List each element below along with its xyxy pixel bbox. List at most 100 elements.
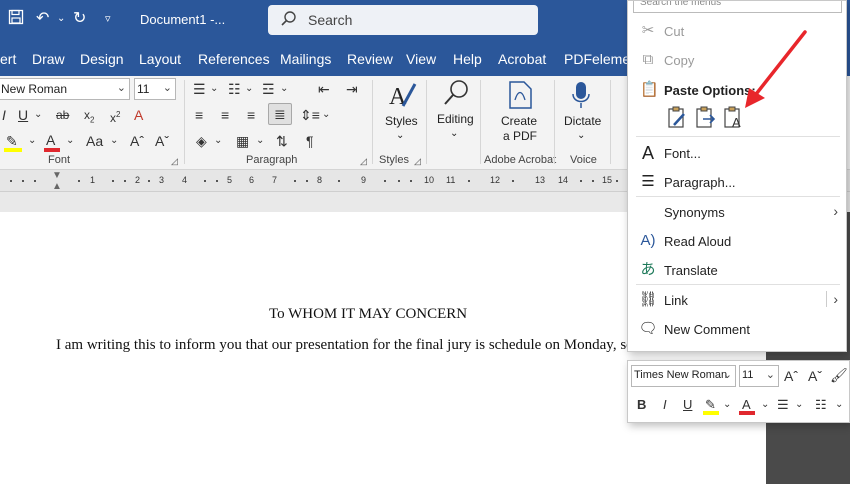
mini-bullets-icon[interactable]: ☰ xyxy=(777,397,789,413)
line-spacing-dropdown-icon[interactable]: ⌄ xyxy=(322,106,330,124)
ruler-number: 6 xyxy=(249,175,255,185)
ribbon-separator xyxy=(426,80,427,164)
increase-indent-icon[interactable]: ⇥ xyxy=(346,80,358,98)
grow-font-icon[interactable]: Aˆ xyxy=(130,132,144,150)
borders-icon[interactable]: ▦ xyxy=(236,132,249,150)
context-menu-search-input[interactable]: Search the menus xyxy=(633,1,842,13)
mini-font-name-combo[interactable]: Times New Roman ⌄ xyxy=(631,365,736,387)
change-case-icon[interactable]: Aa xyxy=(86,132,103,150)
ribbon-separator xyxy=(372,80,373,164)
change-case-dropdown-icon[interactable]: ⌄ xyxy=(110,132,118,150)
read-aloud-icon: A) xyxy=(640,232,656,249)
synonyms-label: Synonyms xyxy=(664,205,725,220)
customize-toolbar-icon[interactable]: ▿ xyxy=(105,9,111,29)
tab-acrobat[interactable]: Acrobat xyxy=(498,51,546,67)
redo-icon[interactable]: ↻ xyxy=(73,9,86,29)
chevron-down-icon: ⌄ xyxy=(450,128,459,139)
mini-grow-font-icon[interactable]: Aˆ xyxy=(784,367,798,385)
font-color-dropdown-icon[interactable]: ⌄ xyxy=(66,132,74,150)
chevron-down-icon: ⌄ xyxy=(162,82,172,94)
numbering-icon[interactable]: ☷ xyxy=(228,80,241,98)
tab-references[interactable]: References xyxy=(198,51,270,67)
highlight-dropdown-icon[interactable]: ⌄ xyxy=(28,132,36,150)
mini-italic-button[interactable]: I xyxy=(663,397,667,413)
undo-icon[interactable]: ↶ xyxy=(36,9,49,29)
borders-dropdown-icon[interactable]: ⌄ xyxy=(256,132,264,150)
show-formatting-icon[interactable]: ¶ xyxy=(306,132,314,150)
hanging-indent-marker[interactable]: ▲ xyxy=(52,181,62,192)
shrink-font-icon[interactable]: Aˇ xyxy=(155,132,169,150)
multilevel-list-icon[interactable]: ☲ xyxy=(262,80,275,98)
tab-insert[interactable]: ert xyxy=(0,51,16,67)
mini-font-size-value: 11 xyxy=(742,369,754,381)
align-left-icon[interactable]: ≡ xyxy=(195,106,203,124)
context-menu-paragraph[interactable]: ☰ Paragraph... xyxy=(628,169,846,195)
voice-group-label: Voice xyxy=(570,154,597,166)
context-menu-synonyms[interactable]: Synonyms › xyxy=(628,199,846,225)
context-menu-link[interactable]: ⛓ Link › xyxy=(628,287,846,313)
bullets-icon[interactable]: ☰ xyxy=(193,80,206,98)
format-painter-icon[interactable]: 🖌 xyxy=(830,366,848,384)
mini-bullets-dropdown-icon[interactable]: ⌄ xyxy=(795,397,803,413)
undo-dropdown-icon[interactable]: ⌄ xyxy=(57,9,65,29)
shading-icon[interactable]: ◈ xyxy=(196,132,207,150)
tab-layout[interactable]: Layout xyxy=(139,51,181,67)
mini-highlight-color-bar xyxy=(703,411,719,415)
chevron-right-icon[interactable]: › xyxy=(826,291,838,307)
align-right-icon[interactable]: ≡ xyxy=(247,106,255,124)
ruler-number: 8 xyxy=(317,175,323,185)
sort-icon[interactable]: ⇅ xyxy=(276,132,288,150)
paragraph-dialog-launcher-icon[interactable]: ◿ xyxy=(360,156,367,167)
font-name-combo[interactable]: New Roman ⌄ xyxy=(0,78,130,100)
context-menu-font[interactable]: A Font... xyxy=(628,140,846,166)
font-color-icon[interactable]: A xyxy=(46,131,55,149)
ruler-dot xyxy=(112,180,114,182)
subscript-icon[interactable]: x2 xyxy=(84,106,94,129)
mini-shrink-font-icon[interactable]: Aˇ xyxy=(808,367,822,385)
paste-keep-source-formatting-icon[interactable] xyxy=(664,105,690,131)
annotation-arrow-icon xyxy=(745,30,807,108)
ruler-dot xyxy=(592,180,594,182)
tab-design[interactable]: Design xyxy=(80,51,124,67)
multilevel-dropdown-icon[interactable]: ⌄ xyxy=(280,80,288,98)
underline-dropdown-icon[interactable]: ⌄ xyxy=(34,106,42,124)
strikethrough-icon[interactable]: ab xyxy=(56,106,69,124)
context-menu-new-comment[interactable]: 🗨 New Comment xyxy=(628,316,846,342)
save-icon[interactable] xyxy=(8,9,24,31)
numbering-dropdown-icon[interactable]: ⌄ xyxy=(245,80,253,98)
tab-help[interactable]: Help xyxy=(453,51,482,67)
line-spacing-icon[interactable]: ⇕≡ xyxy=(300,106,320,124)
decrease-indent-icon[interactable]: ⇤ xyxy=(318,80,330,98)
search-input[interactable]: Search xyxy=(268,5,538,35)
context-menu-read-aloud[interactable]: A) Read Aloud xyxy=(628,228,846,254)
font-dialog-launcher-icon[interactable]: ◿ xyxy=(171,156,178,167)
mini-bold-button[interactable]: B xyxy=(637,397,646,413)
mini-underline-button[interactable]: U xyxy=(683,397,692,413)
font-size-combo[interactable]: 11 ⌄ xyxy=(134,78,176,100)
bullets-dropdown-icon[interactable]: ⌄ xyxy=(210,80,218,98)
tab-draw[interactable]: Draw xyxy=(32,51,65,67)
styles-dialog-launcher-icon[interactable]: ◿ xyxy=(414,156,421,167)
mini-font-color-dropdown-icon[interactable]: ⌄ xyxy=(761,397,769,413)
align-center-icon[interactable]: ≡ xyxy=(221,106,229,124)
mini-highlight-dropdown-icon[interactable]: ⌄ xyxy=(723,397,731,413)
tab-review[interactable]: Review xyxy=(347,51,393,67)
justify-button[interactable]: ≣ xyxy=(268,103,292,125)
italic-icon[interactable]: I xyxy=(2,106,6,124)
ruler-number: 9 xyxy=(361,175,367,185)
ruler-number: 10 xyxy=(424,175,435,185)
paste-merge-formatting-icon[interactable] xyxy=(692,105,718,131)
underline-icon[interactable]: U xyxy=(18,106,28,124)
mini-numbering-icon[interactable]: ☷ xyxy=(815,397,827,413)
context-menu-translate[interactable]: あ Translate xyxy=(628,257,846,283)
shading-dropdown-icon[interactable]: ⌄ xyxy=(214,132,222,150)
ruler-number: 7 xyxy=(272,175,278,185)
clear-formatting-icon[interactable]: A xyxy=(134,106,143,124)
superscript-icon[interactable]: x2 xyxy=(110,106,120,127)
microphone-icon xyxy=(570,80,592,117)
mini-font-size-combo[interactable]: 11 ⌄ xyxy=(739,365,779,387)
tab-view[interactable]: View xyxy=(406,51,436,67)
first-line-indent-marker[interactable]: ▼ xyxy=(52,170,62,181)
mini-numbering-dropdown-icon[interactable]: ⌄ xyxy=(835,397,843,413)
tab-mailings[interactable]: Mailings xyxy=(280,51,331,67)
